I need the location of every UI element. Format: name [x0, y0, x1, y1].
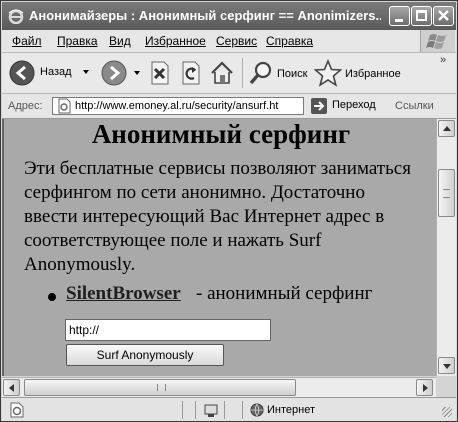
window-title: Анонимайзеры : Анонимный серфинг == Anon… — [29, 8, 381, 23]
page-content: Анонимный серфинг Эти бесплатные сервисы… — [2, 119, 436, 376]
vertical-scroll-thumb[interactable] — [438, 169, 455, 217]
minimize-icon — [395, 19, 403, 22]
forward-arrow-icon — [101, 60, 127, 86]
browser-window: Анонимайзеры : Анонимный серфинг == Anon… — [0, 0, 458, 422]
status-bar: Интернет — [2, 397, 456, 421]
favorites-button[interactable]: Избранное — [314, 58, 408, 88]
anonymizer-url-input[interactable]: http:// — [65, 319, 271, 341]
toolbar: Назад Поиск Избранное » — [2, 53, 456, 94]
refresh-button[interactable] — [178, 60, 202, 86]
menu-bar: Файл Правка Вид Избранное Сервис Справка — [2, 30, 456, 53]
status-divider — [242, 401, 243, 419]
scrollbar-corner — [436, 377, 455, 396]
refresh-icon — [182, 61, 200, 85]
scroll-left-button[interactable] — [3, 379, 20, 396]
resize-grip-icon[interactable] — [442, 407, 452, 417]
title-bar[interactable]: Анонимайзеры : Анонимный серфинг == Anon… — [2, 2, 456, 30]
status-divider — [182, 401, 183, 419]
maximize-button[interactable] — [411, 6, 432, 26]
scroll-down-button[interactable] — [438, 357, 455, 374]
address-bar: Адрес: http://www.emoney.al.ru/security/… — [2, 94, 456, 119]
minimize-button[interactable] — [389, 6, 410, 26]
internet-zone-icon — [250, 403, 264, 417]
home-icon — [211, 61, 233, 84]
horizontal-scrollbar[interactable] — [2, 377, 436, 397]
intro-paragraph: Эти бесплатные сервисы позволяют занимат… — [24, 158, 411, 275]
security-zone-label: Интернет — [267, 404, 315, 416]
menu-help[interactable]: Справка — [266, 34, 313, 48]
menu-favorites[interactable]: Избранное — [145, 34, 206, 48]
vertical-scrollbar[interactable] — [436, 119, 456, 376]
back-label: Назад — [40, 66, 72, 78]
back-dropdown-icon — [83, 70, 89, 74]
security-icon — [204, 404, 218, 417]
stop-icon — [151, 61, 169, 85]
silentbrowser-description: - анонимный серфинг — [196, 283, 373, 304]
windows-logo — [420, 30, 455, 52]
address-input[interactable]: http://www.emoney.al.ru/security/ansurf.… — [52, 97, 304, 115]
search-label: Поиск — [277, 68, 308, 80]
toolbar-chevron-icon: » — [440, 54, 447, 66]
close-button[interactable] — [433, 6, 454, 26]
scroll-up-arrow-icon — [443, 126, 451, 131]
star-icon — [314, 59, 342, 87]
search-button[interactable]: Поиск — [248, 58, 310, 88]
back-button[interactable]: Назад — [8, 58, 89, 88]
scroll-up-button[interactable] — [438, 120, 455, 137]
list-bullet — [48, 293, 56, 301]
address-label: Адрес: — [8, 100, 43, 112]
scroll-down-arrow-icon — [443, 364, 451, 369]
go-label: Переход — [332, 99, 376, 111]
address-url: http://www.emoney.al.ru/security/ansurf.… — [75, 100, 279, 112]
menu-edit[interactable]: Правка — [57, 34, 98, 48]
windows-flag-icon — [426, 34, 446, 49]
menu-view[interactable]: Вид — [109, 34, 131, 48]
scroll-right-button[interactable] — [416, 379, 433, 396]
horizontal-scroll-thumb[interactable] — [24, 379, 296, 396]
forward-button[interactable] — [100, 58, 142, 88]
page-done-icon — [10, 402, 24, 418]
stop-button[interactable] — [147, 60, 171, 86]
search-icon — [249, 61, 272, 85]
status-divider — [195, 401, 196, 419]
scroll-left-arrow-icon — [9, 384, 14, 392]
page-icon — [58, 98, 71, 114]
forward-dropdown-icon — [134, 71, 140, 75]
home-button[interactable] — [209, 60, 235, 86]
go-button[interactable]: Переход — [310, 97, 390, 115]
menu-tools[interactable]: Сервис — [216, 34, 257, 48]
close-icon — [438, 10, 449, 21]
favorites-label: Избранное — [345, 68, 401, 80]
maximize-icon — [416, 10, 427, 21]
silentbrowser-link[interactable]: SilentBrowser — [66, 282, 181, 306]
scroll-right-arrow-icon — [423, 384, 428, 392]
surf-anonymously-button[interactable]: Surf Anonymously — [66, 344, 224, 366]
toolbar-separator — [242, 58, 243, 88]
links-button[interactable]: Ссылки — [395, 100, 434, 112]
grip-icon — [157, 384, 166, 391]
status-divider — [224, 401, 225, 419]
back-arrow-icon — [9, 60, 35, 86]
go-arrow-icon — [311, 98, 327, 114]
page-heading: Анонимный серфинг — [91, 119, 351, 149]
ie-logo-icon — [8, 9, 24, 24]
menu-file[interactable]: Файл — [12, 34, 42, 48]
grip-icon — [443, 189, 450, 198]
